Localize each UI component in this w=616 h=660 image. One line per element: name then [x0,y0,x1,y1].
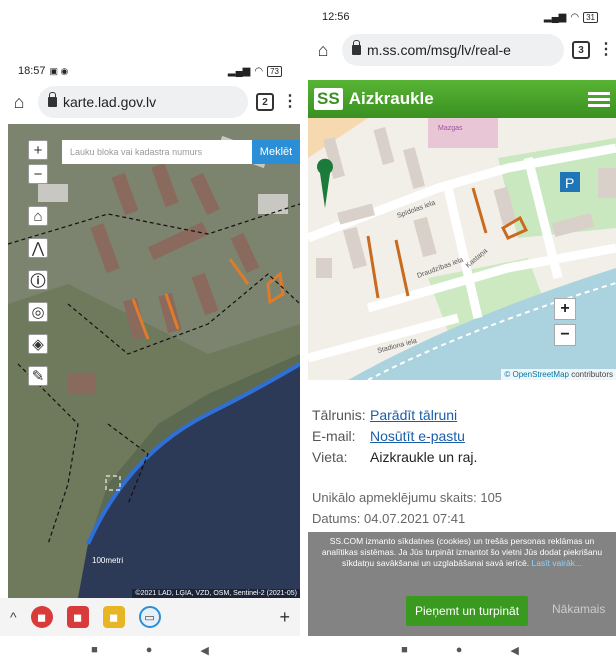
app-shortcut-icon[interactable]: ◼ [30,606,53,628]
status-indicators: ▂▄▆ ◠ 73 [227,65,282,77]
accept-cookies-button[interactable]: Pieņemt un turpināt [406,596,528,626]
wifi-icon: ◠ [570,11,580,23]
wifi-icon: ◠ [254,65,264,77]
map-credit: ©2021 LAD, LĢIA, VZD, OSM, Sentinel-2 (2… [132,589,300,598]
site-region-title[interactable]: Aizkraukle [349,89,434,109]
app-shortcut-icon[interactable]: ◼ [102,606,125,628]
status-time: 12:56 [322,11,350,23]
satellite-map-imagery [8,124,300,598]
search-button[interactable]: Meklēt [252,140,300,164]
read-more-link[interactable]: Lasīt vairāk... [531,558,582,568]
visits-count: Unikālo apmeklējumu skaits: 105 [312,490,503,505]
zoom-in-button[interactable]: + [28,140,48,160]
layers-icon[interactable]: ◈ [28,334,48,354]
site-logo[interactable]: SS [314,88,343,110]
kebab-menu-icon[interactable]: ⋮ [282,94,298,110]
browser-toolbar: ^ ◼ ◼ ◼ ▭ + [0,598,300,636]
battery-icon: 73 [267,65,282,77]
back-icon[interactable]: ◀ [510,644,518,657]
hamburger-menu-icon[interactable] [588,91,610,107]
listing-date: Datums: 04.07.2021 07:41 [312,511,466,526]
map-zoom-out-button[interactable]: − [554,324,576,346]
notification-icon: ▣ ◉ [49,65,69,76]
osm-map[interactable]: P Spīdolas iela Draudzības iela Kastaņa … [308,118,616,380]
contact-info: Tālrunis: Parādīt tālruni E-mail: Nosūtī… [312,404,477,467]
scale-label: 100metri [92,556,124,565]
info-icon[interactable]: ⓘ [28,270,48,290]
place-label: Vieta: [312,448,348,465]
home-icon[interactable]: ⌂ [8,92,30,113]
toolbar-up-icon[interactable]: ^ [10,609,17,625]
phone-label: Tālrunis: [312,406,366,423]
app-shortcut-icon[interactable]: ◼ [66,606,89,628]
locate-icon[interactable]: ◎ [28,302,48,322]
status-time: 18:57 [18,65,46,77]
kebab-menu-icon[interactable]: ⋮ [598,42,614,58]
address-bar: ⌂ m.ss.com/msg/lv/real-e 3 ⋮ [304,28,616,72]
address-bar: ⌂ karte.lad.gov.lv 2 ⋮ [0,80,300,124]
search-input[interactable]: Lauku bloka vai kadastra numurs [62,140,252,164]
tab-switcher-button[interactable]: 3 [572,41,590,59]
status-indicators: ▂▄▆ ◠ 31 [543,11,598,23]
send-email-link[interactable]: Nosūtīt e-pastu [370,428,465,444]
home-icon[interactable]: ⌂ [312,40,334,61]
listing-stats: Unikālo apmeklējumu skaits: 105 Datums: … [312,490,502,532]
tab-switcher-button[interactable]: 2 [256,93,274,111]
signal-icon: ▂▄▆ [543,11,567,23]
site-header: SS Aizkraukle [308,80,616,118]
android-nav-bar: ■ ● ◀ [304,640,616,660]
new-tab-icon[interactable]: + [279,607,290,628]
email-label: E-mail: [312,427,356,444]
right-phone-screen: 12:56 ▂▄▆ ◠ 31 ⌂ m.ss.com/msg/lv/real-e … [304,0,616,660]
reject-cookies-button[interactable]: Nākamais [552,603,605,615]
cookie-banner: SS.COM izmanto sīkdatnes (cookies) un tr… [308,532,616,636]
draw-icon[interactable]: ✎ [28,366,48,386]
signal-icon: ▂▄▆ [227,65,251,77]
home-circle-icon[interactable]: ● [456,644,463,656]
url-field[interactable]: karte.lad.gov.lv [38,86,248,118]
place-row: Vieta: Aizkraukle un raj. [312,446,477,467]
android-nav-bar: ■ ● ◀ [0,640,300,660]
lock-icon [48,92,57,107]
battery-icon: 31 [583,11,598,23]
url-text: m.ss.com/msg/lv/real-e [367,42,511,58]
lock-icon [352,40,361,55]
home-map-icon[interactable]: ⌂ [28,206,48,226]
phone-row: Tālrunis: Parādīt tālruni [312,404,477,425]
zoom-out-button[interactable]: − [28,164,48,184]
app-shortcut-icon[interactable]: ▭ [138,606,161,628]
map-zoom-in-button[interactable]: + [554,298,576,320]
osm-link[interactable]: © OpenStreetMap [504,370,569,379]
email-row: E-mail: Nosūtīt e-pastu [312,425,477,446]
area-label: Mazgas [438,125,463,132]
satellite-map[interactable]: + − Lauku bloka vai kadastra numurs Mekl… [8,124,300,598]
measure-icon[interactable]: ⋀ [28,238,48,258]
parking-icon: P [565,175,574,191]
home-circle-icon[interactable]: ● [146,644,153,656]
recents-icon[interactable]: ■ [91,644,98,656]
left-phone-screen: 18:57 ▣ ◉ ▂▄▆ ◠ 73 ⌂ karte.lad.gov.lv 2 … [0,0,300,660]
attribution-text: contributors [568,370,613,379]
status-bar: 12:56 ▂▄▆ ◠ 31 [304,4,616,30]
recents-icon[interactable]: ■ [401,644,408,656]
back-icon[interactable]: ◀ [200,644,208,657]
map-attribution: © OpenStreetMap contributors [501,369,616,380]
url-text: karte.lad.gov.lv [63,94,157,110]
show-phone-link[interactable]: Parādīt tālruni [370,407,457,423]
url-field[interactable]: m.ss.com/msg/lv/real-e [342,34,564,66]
place-value: Aizkraukle un raj. [370,448,478,465]
